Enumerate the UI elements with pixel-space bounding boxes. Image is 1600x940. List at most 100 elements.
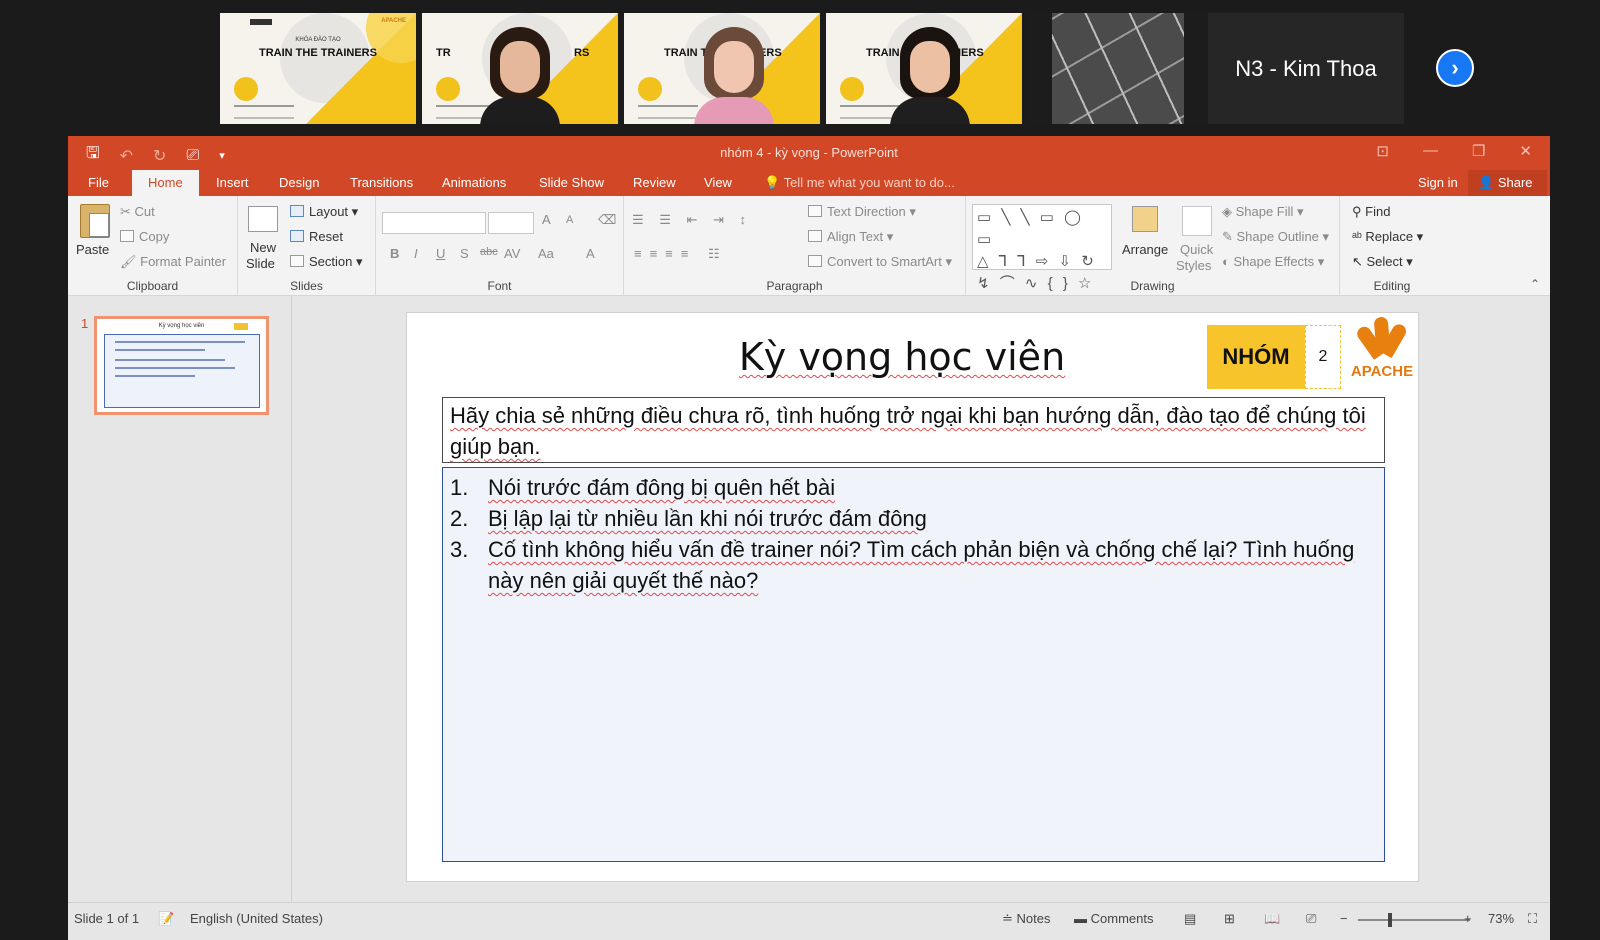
tab-design[interactable]: Design [279,175,319,190]
select-button[interactable]: ↖ Select ▾ [1352,254,1413,270]
tab-file[interactable]: File [88,175,109,190]
slide-sorter-icon[interactable]: ⊞ [1224,911,1235,927]
shapes-row-1[interactable]: ▭ ╲ ╲ ▭ ◯ ▭ [977,207,1107,251]
arrange-button[interactable]: Arrange [1122,242,1168,257]
reset-button[interactable]: Reset [290,229,343,244]
tab-home[interactable]: Home [132,170,199,196]
replace-button[interactable]: ᵃᵇ Replace ▾ [1352,229,1423,245]
tab-view[interactable]: View [704,175,732,190]
language-indicator[interactable]: English (United States) [190,911,323,926]
next-page-button[interactable]: › [1436,49,1474,87]
tab-review[interactable]: Review [633,175,676,190]
paste-icon[interactable] [80,204,110,238]
shape-effects-button[interactable]: ◐ Shape Effects ▾ [1222,254,1324,270]
format-painter-button[interactable]: 🖌 Format Painter [120,254,226,270]
shape-outline-button[interactable]: ✎ Shape Outline ▾ [1222,229,1329,245]
slideshow-view-icon[interactable]: ⎚ [1306,911,1316,927]
underline-button[interactable]: U [436,246,445,261]
shapes-row-2[interactable]: △ ⅂ ⅂ ⇨ ⇩ ↻ [977,251,1107,273]
video-tile-slide[interactable]: APACHE KHÓA ĐÀO TẠO TRAIN THE TRAINERS [220,13,416,124]
section-button[interactable]: Section ▾ [290,254,363,270]
bold-button[interactable]: B [390,246,399,261]
find-button[interactable]: ⚲ Find [1352,204,1390,220]
zoom-level[interactable]: 73% [1488,911,1514,926]
tile-title-partial: TR [436,47,451,59]
video-tile-participant-2[interactable]: TRAIN THE IERS [624,13,820,124]
video-tile-camera[interactable] [1028,13,1224,124]
slide[interactable]: Kỳ vọng học viên NHÓM 2 APACHE Hãy chia … [406,312,1419,882]
slide-counter: Slide 1 of 1 [74,911,140,926]
group-drawing: ▭ ╲ ╲ ▭ ◯ ▭ △ ⅂ ⅂ ⇨ ⇩ ↻ ↯ ⌒ ∿ { } ☆ Arra… [966,196,1340,296]
list-item: 1. Nói trước đám đông bị quên hết bài [450,475,836,500]
ribbon-display-icon[interactable]: ⊡ [1376,142,1389,160]
video-tile-participant-1[interactable]: TR RS [422,13,618,124]
grow-font-button[interactable]: A [542,212,551,227]
quick-styles-button[interactable]: Quick [1180,242,1213,257]
pen-icon: ✎ [1222,229,1237,244]
comments-button[interactable]: ▬ Comments [1074,911,1153,926]
group-badge[interactable]: NHÓM [1207,325,1305,389]
convert-smartart-button[interactable]: Convert to SmartArt ▾ [808,254,952,270]
new-slide-icon[interactable] [248,206,278,232]
tab-transitions[interactable]: Transitions [350,175,413,190]
arrange-icon[interactable] [1132,206,1158,232]
slide-thumbnails-pane: 1 Kỳ vọng học viên [68,296,292,902]
normal-view-icon[interactable]: ▤ [1184,911,1196,927]
notes-button[interactable]: ≐ Notes [1002,911,1050,927]
new-slide-button-2[interactable]: Slide [246,256,275,271]
text-direction-button[interactable]: Text Direction ▾ [808,204,916,220]
restore-icon[interactable]: ❐ [1472,142,1485,160]
align-text-button[interactable]: Align Text ▾ [808,229,893,245]
align-buttons[interactable]: ≡≡≡≡ ☷ [634,246,728,262]
status-bar: Slide 1 of 1 📝 English (United States) ≐… [68,902,1550,940]
italic-button[interactable]: I [414,246,418,261]
tab-slide-show[interactable]: Slide Show [539,175,604,190]
quick-styles-icon[interactable] [1182,206,1212,236]
share-button[interactable]: 👤 Share [1468,170,1547,196]
section-icon [290,255,304,267]
font-color-button[interactable]: A [586,246,595,261]
fit-slide-icon[interactable]: ⛶ [1528,911,1537,927]
effects-icon: ◐ [1222,254,1234,269]
video-tile-participant-3[interactable]: TRAIN IERS [826,13,1022,124]
tab-insert[interactable]: Insert [216,175,249,190]
font-name-input[interactable] [382,212,486,234]
shape-fill-button[interactable]: ◈ Shape Fill ▾ [1222,204,1304,220]
zoom-out-button[interactable]: − [1340,911,1348,926]
shapes-gallery[interactable]: ▭ ╲ ╲ ▭ ◯ ▭ △ ⅂ ⅂ ⇨ ⇩ ↻ ↯ ⌒ ∿ { } ☆ [972,204,1112,292]
quick-styles-button-2[interactable]: Styles [1176,258,1211,273]
zoom-in-button[interactable]: + [1464,911,1472,926]
text-direction-icon [808,205,822,217]
close-icon[interactable]: ✕ [1519,142,1532,160]
proofing-icon[interactable]: 📝 [158,911,174,927]
list-buttons[interactable]: ☰ ☰ ⇤ ⇥ ↕ [632,212,752,228]
zoom-slider-thumb[interactable] [1388,913,1392,927]
collapse-ribbon-icon[interactable]: ⌃ [1530,277,1540,291]
shrink-font-button[interactable]: A [566,214,573,226]
minimize-icon[interactable]: — [1423,142,1438,160]
new-slide-button[interactable]: New [250,240,276,255]
font-size-input[interactable] [488,212,534,234]
change-case-button[interactable]: Aa [538,246,554,261]
char-spacing-button[interactable]: AV [504,246,520,261]
strikethrough-button[interactable]: abc [480,246,498,258]
cut-button[interactable]: ✂ Cut [120,204,155,220]
zoom-slider[interactable] [1358,919,1470,921]
prompt-textbox[interactable]: Hãy chia sẻ những điều chưa rõ, tình huố… [442,397,1385,463]
tell-me-input[interactable]: 💡 Tell me what you want to do... [764,175,955,191]
group-number[interactable]: 2 [1305,325,1341,389]
apache-logo-text: APACHE [1350,363,1414,380]
layout-button[interactable]: Layout ▾ [290,204,358,220]
shadow-button[interactable]: S [460,246,469,261]
reading-view-icon[interactable]: 📖 [1264,911,1280,927]
answers-textbox[interactable]: 1. Nói trước đám đông bị quên hết bài 2. B… [442,467,1385,862]
paste-button[interactable]: Paste [76,242,109,257]
participant-name-tile[interactable]: N3 - Kim Thoa [1208,13,1404,124]
sign-in-link[interactable]: Sign in [1418,175,1458,190]
tile-logo: APACHE [381,18,406,24]
tab-animations[interactable]: Animations [442,175,506,190]
slide-thumbnail-1[interactable]: Kỳ vọng học viên [94,316,269,415]
clear-format-icon[interactable]: ⌫ [598,212,616,228]
window-controls: ⊡ — ❐ ✕ [1376,142,1532,160]
copy-button[interactable]: Copy [120,229,169,244]
